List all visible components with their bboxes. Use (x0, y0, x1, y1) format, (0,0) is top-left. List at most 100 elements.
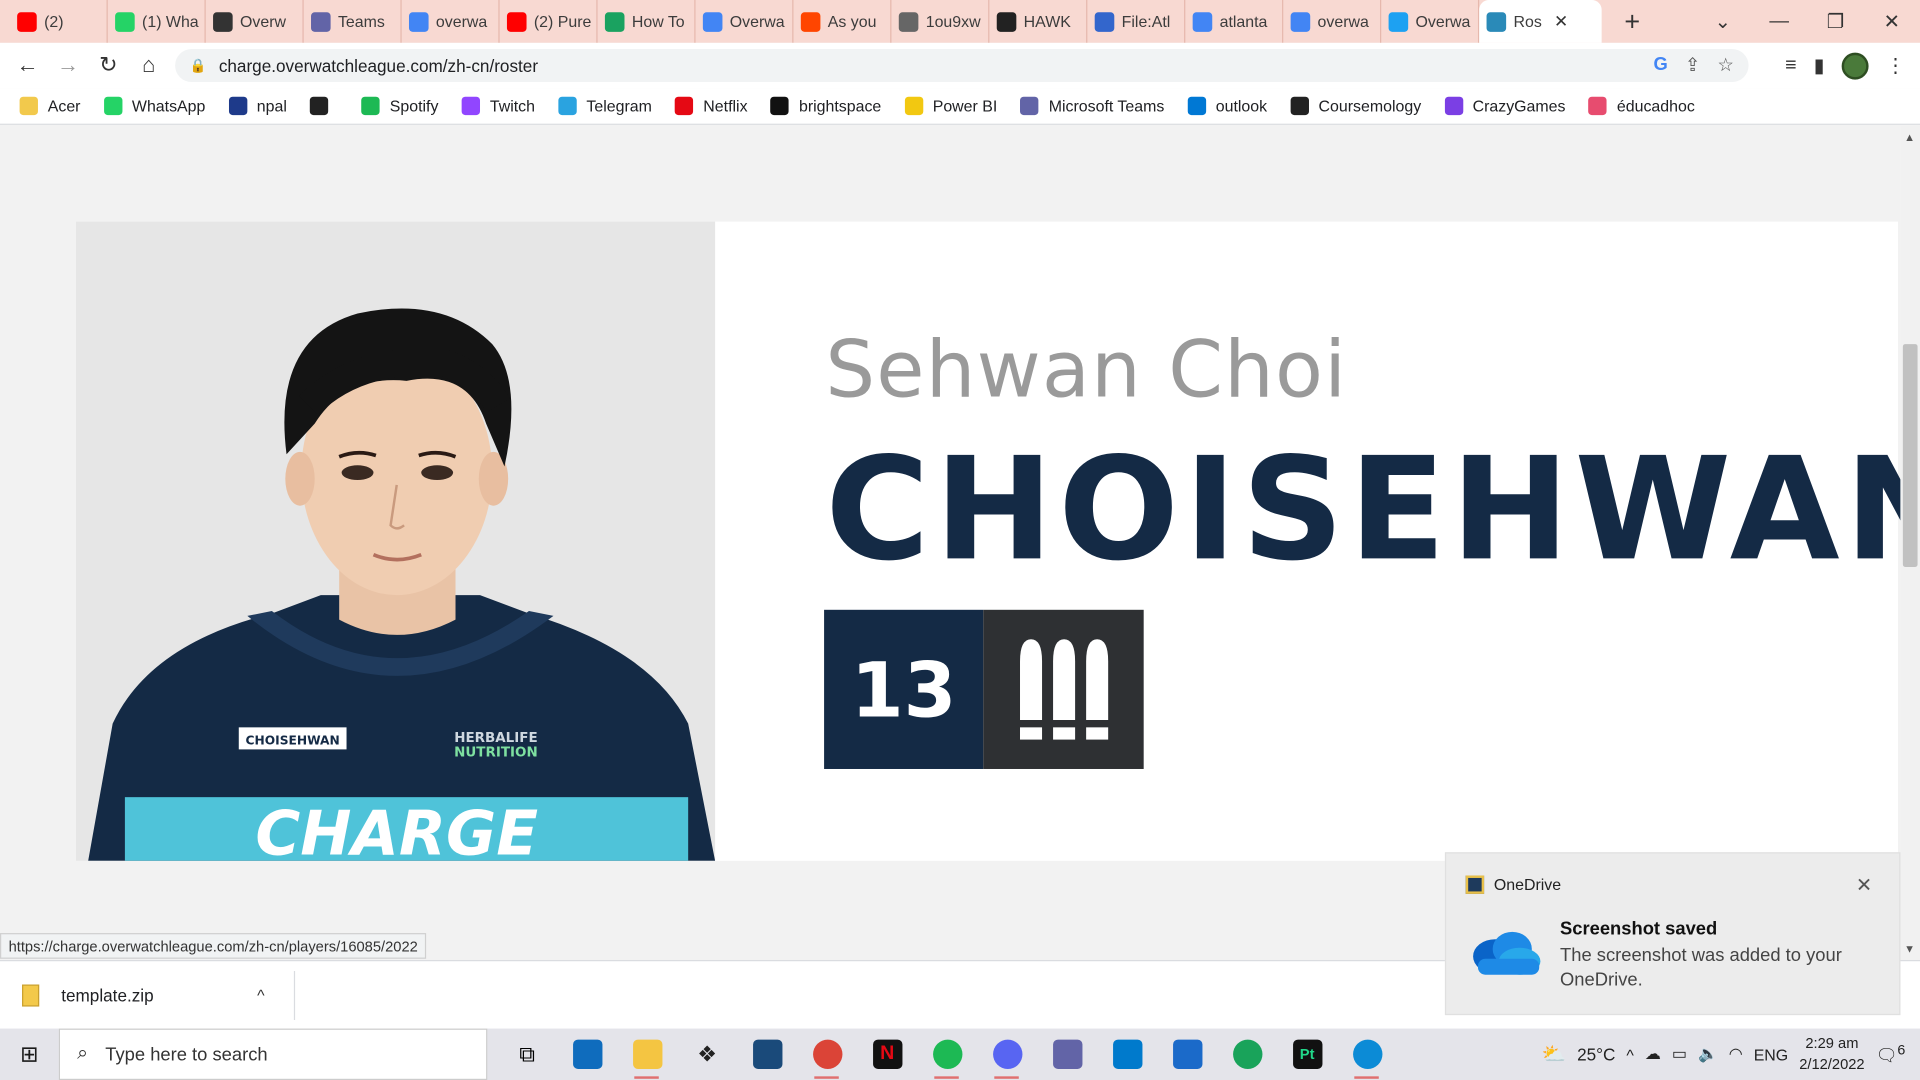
tab-item[interactable]: Teams (304, 0, 402, 43)
pycharm-icon[interactable]: Pt (1277, 1029, 1337, 1080)
damage-icon (1019, 639, 1108, 740)
edge-icon[interactable] (1217, 1029, 1277, 1080)
bookmark-item[interactable]: outlook (1187, 96, 1267, 116)
bookmark-item[interactable]: Telegram (558, 96, 652, 116)
chevron-up-icon[interactable]: ^ (257, 986, 264, 1004)
network-icon[interactable]: ☁ (1645, 1044, 1661, 1064)
tab-label: overwa (1317, 12, 1369, 31)
bookmark-item[interactable]: brightspace (770, 96, 881, 116)
tab-favicon-icon (408, 11, 429, 32)
photos-icon[interactable] (1157, 1029, 1217, 1080)
bookmark-item[interactable]: CrazyGames (1444, 96, 1565, 116)
bookmark-star-icon[interactable]: ☆ (1717, 54, 1733, 76)
vscode-icon[interactable] (1097, 1029, 1157, 1080)
side-panel-icon[interactable]: ▮ (1814, 53, 1825, 77)
bookmark-item[interactable]: Netflix (675, 96, 748, 116)
close-icon[interactable]: ✕ (1856, 873, 1872, 897)
tab-search-icon[interactable]: ⌄ (1695, 9, 1751, 33)
tab-item[interactable]: File:Atl (1087, 0, 1186, 43)
dropbox-icon[interactable]: ❖ (677, 1029, 737, 1080)
wifi-icon[interactable]: ◠ (1729, 1044, 1743, 1064)
edge-beta-icon[interactable] (1337, 1029, 1397, 1080)
media-control-icon[interactable]: ≡ (1785, 54, 1796, 76)
bookmark-item[interactable]: WhatsApp (103, 96, 205, 116)
windows-start-icon[interactable]: ⊞ (0, 1041, 59, 1067)
tab-item[interactable]: Overw (206, 0, 304, 43)
download-filename[interactable]: template.zip (61, 986, 153, 1006)
forward-arrow-icon[interactable]: → (48, 53, 88, 79)
tab-favicon-icon (604, 11, 625, 32)
share-icon[interactable]: ⇪ (1685, 54, 1700, 76)
notifications-icon[interactable]: 🗨6 (1876, 1042, 1906, 1066)
scrollbar-thumb[interactable] (1902, 344, 1918, 567)
url-text[interactable]: charge.overwatchleague.com/zh-cn/roster (219, 56, 538, 76)
bookmark-item[interactable]: Microsoft Teams (1020, 96, 1164, 116)
avatar[interactable] (1841, 52, 1869, 79)
tab-favicon-icon (898, 11, 919, 32)
page-scrollbar[interactable]: ▲ ▼ (1900, 126, 1920, 961)
chrome-icon[interactable] (797, 1029, 857, 1080)
bookmark-item[interactable]: Spotify (361, 96, 438, 116)
volume-icon[interactable]: 🔈 (1698, 1044, 1718, 1064)
search-placeholder[interactable]: Type here to search (105, 1044, 267, 1065)
bookmark-item[interactable]: Power BI (904, 96, 997, 116)
menu-icon[interactable]: ⋮ (1886, 53, 1906, 77)
language-indicator[interactable]: ENG (1754, 1045, 1788, 1063)
reload-icon[interactable]: ↻ (88, 53, 128, 79)
netflix-icon[interactable]: N (857, 1029, 917, 1080)
file-explorer-icon[interactable] (617, 1029, 677, 1080)
onedrive-notification[interactable]: OneDrive ✕ Screenshot saved The screensh… (1444, 852, 1901, 1016)
home-icon[interactable]: ⌂ (129, 53, 169, 79)
tab-item[interactable]: (1) Wha (108, 0, 206, 43)
lock-icon[interactable]: 🔒 (190, 58, 207, 74)
bookmark-item[interactable]: npal (228, 96, 287, 116)
tab-item[interactable]: overwa (402, 0, 500, 43)
mail-icon[interactable] (557, 1029, 617, 1080)
task-view-icon[interactable]: ⧉ (497, 1029, 557, 1080)
bookmark-item[interactable]: Acer (19, 96, 80, 116)
bookmark-item[interactable]: Twitch (461, 96, 535, 116)
scroll-down-icon[interactable]: ▼ (1904, 943, 1915, 955)
app-blue-icon[interactable] (737, 1029, 797, 1080)
tab-item[interactable]: Overwa (696, 0, 794, 43)
back-arrow-icon[interactable]: ← (7, 53, 47, 79)
taskbar-search[interactable]: ⌕ Type here to search (58, 1028, 488, 1080)
discord-icon[interactable] (977, 1029, 1037, 1080)
tab-item[interactable]: How To (598, 0, 696, 43)
weather-temp[interactable]: 25°C (1577, 1044, 1615, 1064)
weather-icon[interactable]: ⛅ (1542, 1042, 1566, 1066)
close-window-button[interactable]: ✕ (1864, 9, 1920, 33)
show-hidden-icon[interactable]: ^ (1626, 1045, 1633, 1063)
bookmark-item[interactable] (310, 96, 338, 116)
bookmark-label: Twitch (489, 96, 535, 116)
tab-item[interactable]: As you (793, 0, 892, 43)
taskbar-apps: ⧉ ❖ N Pt (497, 1029, 1397, 1080)
bookmark-item[interactable]: Coursemology (1290, 96, 1421, 116)
tab-active[interactable]: Ros ✕ (1479, 0, 1602, 43)
google-icon[interactable]: G (1653, 54, 1667, 76)
tab-item[interactable]: HAWK (989, 0, 1088, 43)
tab-item[interactable]: (2) (10, 0, 108, 43)
restore-button[interactable]: ❐ (1807, 9, 1863, 33)
clock[interactable]: 2:29 am 2/12/2022 (1799, 1033, 1864, 1075)
new-tab-button[interactable]: + (1614, 6, 1651, 38)
bookmark-favicon-icon (1187, 96, 1206, 116)
zip-file-icon (22, 984, 40, 1007)
address-bar[interactable]: 🔒 charge.overwatchleague.com/zh-cn/roste… (175, 48, 1749, 83)
tab-item[interactable]: overwa (1283, 0, 1382, 43)
close-icon[interactable]: ✕ (1554, 11, 1568, 32)
spotify-icon[interactable] (917, 1029, 977, 1080)
player-card[interactable]: CHARGE CHOISEHWAN HERBALIFE NUTRITION Se… (75, 221, 1900, 861)
tab-item[interactable]: 1ou9xw (891, 0, 990, 43)
scroll-up-icon[interactable]: ▲ (1904, 131, 1915, 143)
tab-item[interactable]: (2) Pure (500, 0, 598, 43)
tab-item[interactable]: atlanta (1185, 0, 1284, 43)
download-item[interactable]: template.zip (22, 961, 154, 1030)
battery-icon[interactable]: ▭ (1672, 1044, 1687, 1064)
bookmark-favicon-icon (103, 96, 123, 116)
bookmark-item[interactable]: éducadhoc (1588, 96, 1695, 116)
tab-item[interactable]: Overwa (1381, 0, 1480, 43)
minimize-button[interactable]: — (1751, 10, 1807, 32)
svg-text:HERBALIFE: HERBALIFE (454, 731, 537, 746)
teams-icon[interactable] (1037, 1029, 1097, 1080)
